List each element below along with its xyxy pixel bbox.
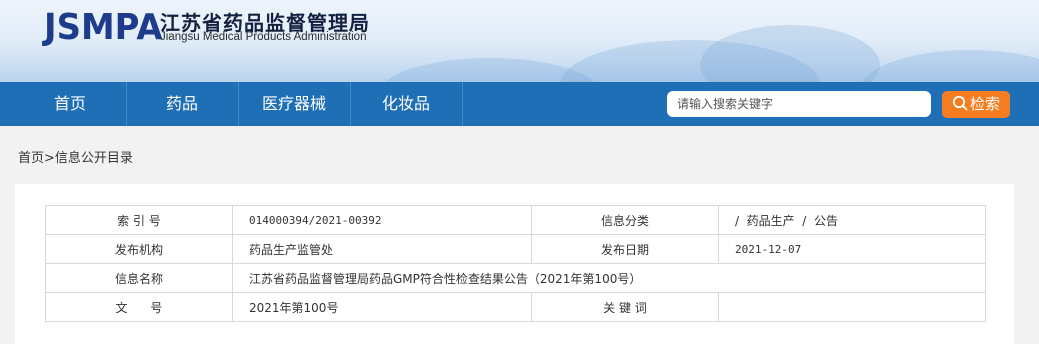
breadcrumb-separator: > bbox=[44, 151, 55, 166]
search-button-label: 检索 bbox=[969, 95, 1000, 113]
nav-item-home[interactable]: 首页 bbox=[14, 82, 127, 126]
publisher-label: 发布机构 bbox=[45, 234, 233, 264]
site-logo-subtitle: Jiangsu Medical Products Administration bbox=[160, 31, 367, 43]
category-value: / 药品生产 / 公告 bbox=[718, 205, 986, 235]
banner-cloud-decoration bbox=[380, 58, 600, 82]
header-banner: JSMPA 江苏省药品监督管理局 Jiangsu Medical Product… bbox=[0, 0, 1039, 82]
nav-item-medical-devices[interactable]: 医疗器械 bbox=[238, 82, 351, 126]
publisher-value: 药品生产监管处 bbox=[232, 234, 532, 264]
banner-cloud-decoration bbox=[860, 50, 1039, 82]
search-button[interactable]: 检索 bbox=[942, 91, 1010, 118]
name-value: 江苏省药品监督管理局药品GMP符合性检查结果公告（2021年第100号） bbox=[232, 263, 986, 293]
index-value: 014000394/2021-00392 bbox=[232, 205, 532, 235]
banner-cloud-decoration bbox=[700, 25, 880, 82]
docno-value: 2021年第100号 bbox=[232, 292, 532, 322]
info-table: 索 引 号 014000394/2021-00392 信息分类 / 药品生产 /… bbox=[45, 205, 986, 322]
search-input[interactable] bbox=[667, 91, 931, 117]
table-row: 信息名称 江苏省药品监督管理局药品GMP符合性检查结果公告（2021年第100号… bbox=[45, 263, 986, 293]
name-label: 信息名称 bbox=[45, 263, 233, 293]
keywords-value bbox=[718, 292, 986, 322]
docno-label: 文 号 bbox=[45, 292, 233, 322]
date-label: 发布日期 bbox=[531, 234, 719, 264]
nav-item-cosmetics[interactable]: 化妆品 bbox=[350, 82, 463, 126]
nav-item-drugs[interactable]: 药品 bbox=[126, 82, 239, 126]
keywords-label: 关 键 词 bbox=[531, 292, 719, 322]
category-label: 信息分类 bbox=[531, 205, 719, 235]
table-row: 文 号 2021年第100号 关 键 词 bbox=[45, 292, 986, 322]
date-value: 2021-12-07 bbox=[718, 234, 986, 264]
breadcrumb-home[interactable]: 首页 bbox=[18, 151, 44, 166]
table-row: 索 引 号 014000394/2021-00392 信息分类 / 药品生产 /… bbox=[45, 205, 986, 235]
index-label: 索 引 号 bbox=[45, 205, 233, 235]
breadcrumb: 首页>信息公开目录 bbox=[18, 147, 133, 166]
breadcrumb-current[interactable]: 信息公开目录 bbox=[55, 151, 133, 166]
table-row: 发布机构 药品生产监管处 发布日期 2021-12-07 bbox=[45, 234, 986, 264]
search-icon bbox=[952, 95, 968, 111]
site-logo-abbr[interactable]: JSMPA bbox=[44, 6, 163, 50]
